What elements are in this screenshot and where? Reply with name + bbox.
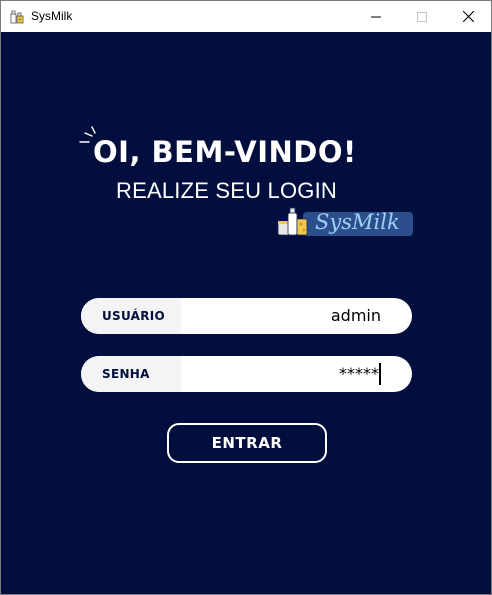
password-input[interactable]: ***** (181, 356, 379, 392)
login-button[interactable]: ENTRAR (167, 423, 327, 463)
close-icon (462, 11, 474, 22)
logo-text: SysMilk (315, 210, 400, 234)
password-label: SENHA (102, 367, 150, 381)
login-subheading: REALIZE SEU LOGIN (116, 178, 338, 203)
username-field[interactable]: USUÁRIO admin (81, 298, 412, 334)
minimize-button[interactable] (353, 1, 399, 32)
password-field[interactable]: SENHA ***** (81, 356, 412, 392)
username-label-box: USUÁRIO (81, 298, 181, 334)
username-input[interactable]: admin (181, 298, 381, 334)
window-title: SysMilk (31, 9, 73, 23)
login-panel: OI, BEM-VINDO! REALIZE SEU LOGIN SysMilk… (1, 32, 491, 594)
milk-products-icon (277, 207, 311, 244)
maximize-button[interactable] (399, 1, 445, 32)
login-button-label: ENTRAR (211, 434, 283, 452)
username-label: USUÁRIO (102, 309, 166, 323)
welcome-heading: OI, BEM-VINDO! (93, 135, 357, 169)
milk-bottles-icon (9, 8, 25, 24)
maximize-icon (417, 11, 427, 22)
minimize-icon (371, 16, 381, 17)
text-caret (379, 363, 381, 385)
title-bar[interactable]: SysMilk (1, 1, 491, 32)
close-button[interactable] (445, 1, 491, 32)
app-window: SysMilk OI, BEM-VINDO! REALIZE SEU LOGIN… (0, 0, 492, 595)
password-label-box: SENHA (81, 356, 181, 392)
